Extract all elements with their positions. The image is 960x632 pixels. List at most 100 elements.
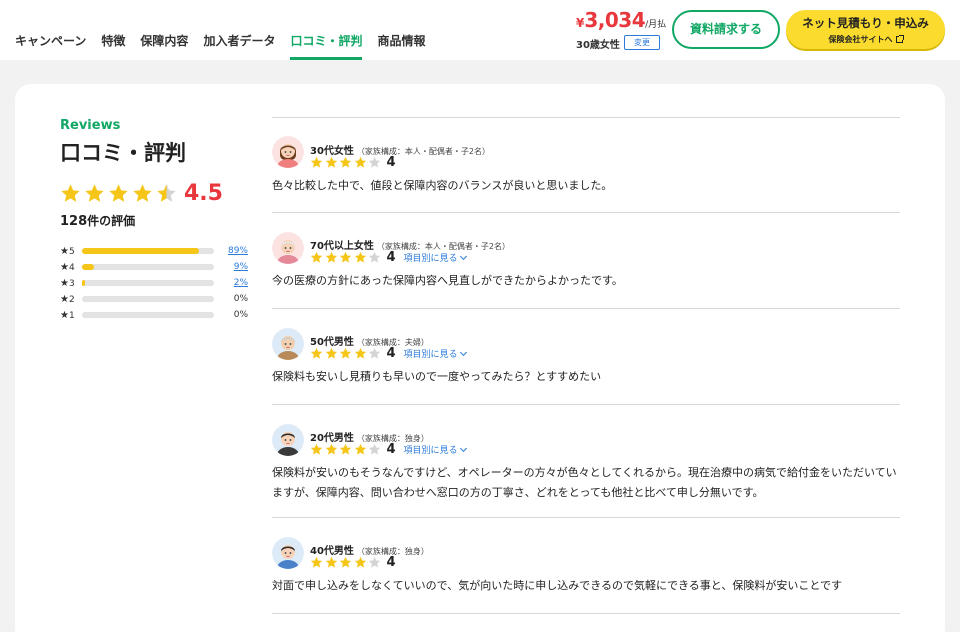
distribution-row: ★1 0%	[60, 307, 260, 323]
star-icon	[339, 556, 352, 568]
site-header: キャンペーン 特徴 保障内容 加入者データ 口コミ・評判 商品情報 ¥3,034…	[0, 0, 960, 60]
star-level: 2	[68, 294, 75, 305]
chevron-down-icon	[459, 252, 467, 261]
average-stars	[60, 183, 180, 204]
reviews-card: Reviews 口コミ・評判 4.5 128件の評価 ★5 89% ★4 9% ★3 2%…	[15, 84, 945, 632]
star-icon	[368, 347, 381, 359]
man-40s-avatar	[272, 537, 304, 569]
tab-subscriber-data[interactable]: 加入者データ	[203, 33, 275, 49]
view-by-item-link[interactable]: 項目別に見る	[403, 347, 467, 360]
review-score: 4	[386, 155, 396, 170]
star-icon	[354, 347, 366, 359]
change-button[interactable]: 変更	[624, 35, 660, 50]
woman-30s-avatar	[272, 136, 304, 168]
distribution-bar-fill	[82, 264, 94, 270]
chevron-down-icon	[459, 348, 467, 357]
star-icon: ★	[60, 245, 69, 257]
star-icon	[325, 443, 337, 455]
page-tabs: キャンペーン 特徴 保障内容 加入者データ 口コミ・評判 商品情報	[15, 33, 440, 60]
star-icon	[354, 251, 366, 263]
man-20s-avatar	[272, 424, 304, 456]
distribution-bar	[82, 280, 214, 286]
star-icon	[133, 184, 152, 202]
price-amount: 3,034	[584, 8, 646, 32]
review-rating: 4	[310, 155, 396, 170]
tab-product-info[interactable]: 商品情報	[377, 33, 425, 49]
distribution-row: ★5 89%	[60, 243, 260, 259]
request-documents-button[interactable]: 資料請求する	[672, 10, 780, 49]
monthly-price: ¥3,034/月払	[576, 8, 666, 32]
review-list: 30代女性 （家族構成：本人・配偶者・子2名） 4 色々比較した中で、値段と保障内容の…	[272, 117, 900, 614]
star-icon	[310, 443, 323, 455]
distribution-label: ★5	[60, 246, 82, 257]
insurer-site-label: 保険会社サイトへ	[828, 35, 893, 44]
view-by-item-link[interactable]: 項目別に見る	[404, 251, 467, 264]
view-by-item-link[interactable]: 項目別に見る	[403, 443, 467, 456]
review-item: 30代女性 （家族構成：本人・配偶者・子2名） 4 色々比較した中で、値段と保障内容の…	[272, 118, 900, 213]
star-icon: ★	[60, 277, 69, 289]
star-icon	[339, 251, 352, 263]
review-score: 4	[386, 555, 396, 570]
star-icon	[310, 347, 323, 359]
distribution-bar	[82, 248, 214, 254]
man-50s-avatar	[272, 328, 304, 360]
section-eyebrow: Reviews	[60, 118, 121, 133]
tab-campaign[interactable]: キャンペーン	[15, 33, 86, 49]
distribution-percent[interactable]: 2%	[214, 278, 248, 288]
star-icon	[310, 251, 323, 263]
distribution-bar	[82, 264, 214, 270]
distribution-percent[interactable]: 9%	[214, 262, 248, 272]
star-level: 4	[68, 262, 75, 273]
age-gender-label: 30歳女性	[576, 40, 620, 51]
tab-features[interactable]: 特徴	[101, 33, 125, 49]
star-icon	[368, 443, 381, 455]
distribution-bar-fill	[82, 248, 200, 254]
star-icon	[368, 556, 381, 568]
review-score: 4	[386, 442, 396, 457]
average-score: 4.5	[184, 181, 223, 206]
star-level: 1	[68, 310, 75, 321]
rating-count-suffix: 件の評価	[87, 214, 136, 228]
rating-count: 128件の評価	[60, 212, 260, 229]
view-by-item-label: 項目別に見る	[403, 446, 458, 456]
review-rating: 4 項目別に見る	[310, 250, 467, 265]
rating-count-number: 128	[60, 214, 88, 229]
review-rating: 4	[310, 555, 396, 570]
star-icon	[339, 347, 352, 359]
star-icon	[339, 156, 352, 168]
online-quote-apply-button[interactable]: ネット見積もり・申込み 保険会社サイトへ	[786, 10, 945, 49]
review-item: 50代男性 （家族構成：夫婦） 4 項目別に見る 保険料も安いし見積りも早いので一度やっ…	[272, 309, 900, 405]
star-icon	[354, 443, 366, 455]
distribution-bar	[82, 296, 214, 302]
star-icon: ★	[60, 261, 69, 273]
review-text: 色々比較した中で、値段と保障内容のバランスが良いと思いました。	[272, 179, 613, 192]
star-icon	[325, 556, 337, 568]
tab-coverage[interactable]: 保障内容	[140, 33, 188, 49]
review-score: 4	[386, 346, 396, 361]
star-level: 5	[68, 246, 75, 257]
star-icon	[368, 156, 381, 168]
star-icon	[354, 556, 366, 568]
distribution-row: ★4 9%	[60, 259, 260, 275]
star-icon	[354, 156, 366, 168]
distribution-percent[interactable]: 89%	[214, 246, 248, 256]
section-title: 口コミ・評判	[60, 141, 186, 165]
review-text: 今の医療の方針にあった保障内容へ見直しができたからよかったです。	[272, 274, 623, 287]
review-rating: 4 項目別に見る	[310, 346, 467, 361]
star-icon	[109, 184, 128, 202]
average-rating: 4.5	[60, 181, 260, 206]
star-icon: ★	[60, 309, 69, 321]
review-score: 4	[386, 250, 396, 265]
distribution-percent: 0%	[233, 310, 248, 320]
tab-reviews[interactable]: 口コミ・評判	[290, 33, 363, 60]
star-icon: ★	[60, 293, 69, 305]
rating-distribution: ★5 89% ★4 9% ★3 2% ★2 0% ★1 0%	[60, 243, 260, 323]
chevron-down-icon	[459, 444, 467, 453]
review-item: 40代男性 （家族構成：独身） 4 対面で申し込みをしなくていいので、気が向いた時に申…	[272, 518, 900, 614]
external-link-icon	[895, 35, 904, 43]
distribution-label: ★3	[60, 278, 82, 289]
distribution-bar-fill	[82, 280, 85, 286]
view-by-item-label: 項目別に見る	[403, 350, 458, 360]
distribution-percent: 0%	[233, 294, 248, 304]
star-level: 3	[68, 278, 75, 289]
